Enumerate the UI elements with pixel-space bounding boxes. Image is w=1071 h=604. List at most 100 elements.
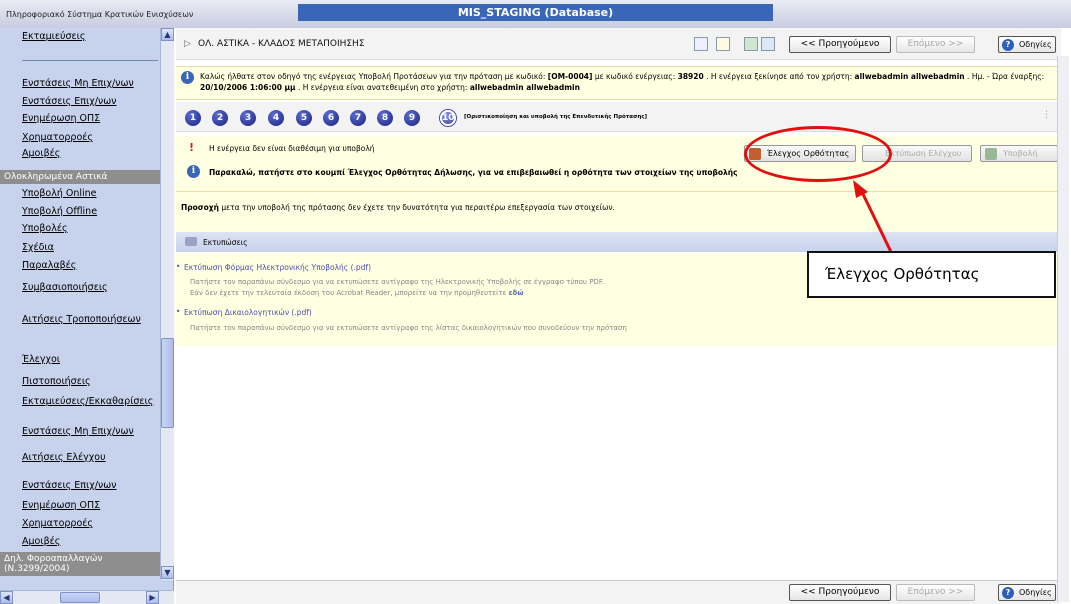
scroll-left-icon[interactable]: ◀ — [0, 591, 13, 604]
print-check-label: Εκτύπωση Ελέγχου — [885, 149, 962, 158]
sidebar-item[interactable]: Υποβολή Offline — [22, 206, 97, 217]
highlight-ellipse — [744, 126, 892, 182]
sidebar-item[interactable]: Ενημέρωση ΟΠΣ — [22, 500, 100, 511]
acrobat-link[interactable]: εδώ — [509, 289, 524, 297]
assignee-user: allwebadmin allwebadmin — [469, 83, 580, 92]
step-10-icon[interactable]: 10 — [440, 110, 456, 126]
info-icon: i — [181, 71, 194, 84]
question-icon-bottom: ? — [1002, 587, 1014, 599]
print-form-desc2: Εάν δεν έχετε την τελευταία έκδοση του A… — [190, 289, 524, 297]
help-button-bottom[interactable]: ? Οδηγίες — [998, 584, 1056, 601]
sidebar-vertical-scrollbar[interactable]: ▲ ▼ — [160, 28, 174, 580]
sidebar-item[interactable]: Χρηματορροές — [22, 518, 93, 529]
step-7-icon[interactable]: 7 — [350, 110, 366, 126]
prints-header: Εκτυπώσεις — [176, 232, 1061, 252]
main-vertical-scrollbar[interactable] — [1057, 56, 1069, 602]
bullet-icon-2: • — [176, 307, 181, 316]
sidebar-list: Εκταμιεύσεις Ενστάσεις Μη Επιχ/νων Ενστάσε… — [0, 28, 160, 580]
not-available-text: Η ενέργεια δεν είναι διαθέσιμη για υποβο… — [209, 144, 375, 153]
sidebar-item[interactable]: Αμοιβές — [22, 536, 60, 547]
warning-rest: μετα την υποβολή της πρότασης δεν έχετε … — [221, 203, 615, 212]
sidebar-item[interactable]: Ενημέρωση ΟΠΣ — [22, 113, 100, 124]
scroll-up-icon[interactable]: ▲ — [161, 28, 174, 41]
sidebar-item[interactable]: Εκταμιεύσεις — [22, 31, 85, 42]
prev-button[interactable]: << Προηγούμενο — [789, 36, 891, 53]
sidebar-item[interactable]: Ενστάσεις Μη Επιχ/νων — [22, 426, 134, 437]
sidebar-item[interactable]: Ενστάσεις Μη Επιχ/νων — [22, 78, 134, 89]
prev-button-bottom[interactable]: << Προηγούμενο — [789, 584, 891, 601]
sidebar-item[interactable]: Υποβολή Online — [22, 188, 97, 199]
step-5-icon[interactable]: 5 — [296, 110, 312, 126]
next-button-bottom[interactable]: Επόμενο >> — [896, 584, 975, 601]
next-button[interactable]: Επόμενο >> — [896, 36, 975, 53]
prints-title: Εκτυπώσεις — [203, 238, 248, 247]
step-3-icon[interactable]: 3 — [240, 110, 256, 126]
main-content: ▷ ΟΛ. ΑΣΤΙΚΑ - ΚΛΑΔΟΣ ΜΕΤΑΠΟΙΗΣΗΣ << Προ… — [176, 28, 1071, 604]
submit-label: Υποβολή — [1003, 149, 1038, 158]
welcome-text-end: . Ημ. - Ώρα έναρξης: — [967, 72, 1045, 81]
sidebar-item[interactable]: Χρηματορροές — [22, 132, 93, 143]
wizard-steps: 1 2 3 4 5 6 7 8 9 10 [Οριστικοποίηση και υποβολή … — [176, 102, 1061, 132]
view-icon[interactable] — [694, 37, 708, 51]
bullet-icon: • — [176, 262, 181, 271]
sidebar-item[interactable]: Έλεγχοι — [22, 354, 60, 365]
collapse-arrow-icon[interactable]: ▷ — [184, 39, 191, 49]
sidebar-item[interactable]: Σχέδια — [22, 242, 54, 253]
sidebar-section-header: Ολοκληρωμένα Αστικά — [0, 170, 160, 184]
scroll-down-icon[interactable]: ▼ — [161, 566, 174, 579]
active-step-label: [Οριστικοποίηση και υποβολή της Επενδυτι… — [464, 114, 648, 120]
help-button[interactable]: ? Οδηγίες — [998, 36, 1056, 53]
database-title: MIS_STAGING (Database) — [297, 4, 774, 21]
step-2-icon[interactable]: 2 — [212, 110, 228, 126]
welcome-text: Καλώς ήλθατε στον οδηγό της ενέργειας Υπ… — [200, 72, 546, 81]
instruction-text: Παρακαλώ, πατήστε στο κουμπί Έλεγχος Ορθ… — [209, 168, 738, 177]
warning-text: Προσοχή μετα την υποβολή της πρότασης δε… — [181, 203, 615, 212]
sidebar-horizontal-scrollbar[interactable]: ◀ ▶ — [0, 590, 174, 604]
welcome-text-line2: . Η ενέργεια είναι ανατεθειμένη στο χρήσ… — [297, 83, 468, 92]
step-8-icon[interactable]: 8 — [377, 110, 393, 126]
step-4-icon[interactable]: 4 — [268, 110, 284, 126]
print-form-link[interactable]: Εκτύπωση Φόρμας Ηλεκτρονικής Υποβολής (.… — [184, 263, 371, 272]
action-code: 38920 — [677, 72, 704, 81]
window-title-bar: Πληροφοριακό Σύστημα Κρατικών Ενισχύσεων… — [0, 0, 1071, 28]
top-toolbar: ▷ ΟΛ. ΑΣΤΙΚΑ - ΚΛΑΔΟΣ ΜΕΤΑΠΟΙΗΣΗΣ << Προ… — [176, 28, 1061, 60]
submit-button[interactable]: Υποβολή — [980, 145, 1058, 162]
sidebar-item[interactable]: Εκταμιεύσεις/Εκκαθαρίσεις — [22, 396, 153, 407]
page-title: ΟΛ. ΑΣΤΙΚΑ - ΚΛΑΔΟΣ ΜΕΤΑΠΟΙΗΣΗΣ — [198, 39, 365, 49]
sidebar-item[interactable]: Ενστάσεις Επιχ/νων — [22, 480, 116, 491]
sidebar-item[interactable]: Ενστάσεις Επιχ/νων — [22, 96, 116, 107]
sidebar-item[interactable]: Συμβασιοποιήσεις — [22, 282, 108, 293]
welcome-text-mid: με κωδικό ενέργειας: — [594, 72, 676, 81]
edit-notes-icon[interactable] — [716, 37, 730, 51]
bottom-toolbar: << Προηγούμενο Επόμενο >> ? Οδηγίες — [176, 580, 1061, 604]
sidebar-item[interactable]: Αιτήσεις Ελέγχου — [22, 452, 106, 463]
help-label-bottom: Οδηγίες — [1019, 588, 1052, 597]
welcome-text-mid2: . Η ενέργεια ξεκίνησε από τον χρήστη: — [706, 72, 853, 81]
more-icon[interactable]: ⋮ — [1042, 110, 1051, 120]
step-9-icon[interactable]: 9 — [404, 110, 420, 126]
scroll-right-icon[interactable]: ▶ — [146, 591, 159, 604]
grid-icon[interactable] — [744, 37, 758, 51]
warning-icon: ! — [189, 141, 195, 154]
step-1-icon[interactable]: 1 — [185, 110, 201, 126]
sidebar-item[interactable]: Παραλαβές — [22, 260, 76, 271]
proposal-code: [ΟΜ-0004] — [547, 72, 593, 81]
sidebar-item[interactable]: Υποβολές — [22, 223, 68, 234]
scroll-thumb[interactable] — [161, 338, 174, 428]
info-icon-2: i — [187, 165, 200, 178]
start-datetime: 20/10/2006 1:06:00 μμ — [200, 83, 296, 92]
sidebar-item[interactable]: Πιστοποιήσεις — [22, 376, 91, 387]
window-icon[interactable] — [761, 37, 775, 51]
welcome-info: i Καλώς ήλθατε στον οδηγό της ενέργειας … — [176, 66, 1061, 100]
sidebar-item[interactable]: Αμοιβές — [22, 148, 60, 159]
sidebar-item[interactable]: Αιτήσεις Τροποποιήσεων — [22, 314, 141, 325]
sidebar-section-header: Δηλ. Φοροαπαλλαγών (Ν.3299/2004) — [0, 552, 160, 576]
scroll-thumb-horizontal[interactable] — [60, 592, 100, 603]
print-docs-link[interactable]: Εκτύπωση Δικαιολογητικών (.pdf) — [184, 308, 312, 317]
step-6-icon[interactable]: 6 — [323, 110, 339, 126]
warning-bold: Προσοχή — [181, 203, 219, 212]
print-docs-desc: Πατήστε τον παραπάνω σύνδεσμο για να εκτ… — [190, 324, 627, 332]
sidebar: Εκταμιεύσεις Ενστάσεις Μη Επιχ/νων Ενστάσε… — [0, 28, 174, 604]
printer-icon — [185, 237, 197, 246]
callout-label: Έλεγχος Ορθότητας — [807, 251, 1056, 298]
